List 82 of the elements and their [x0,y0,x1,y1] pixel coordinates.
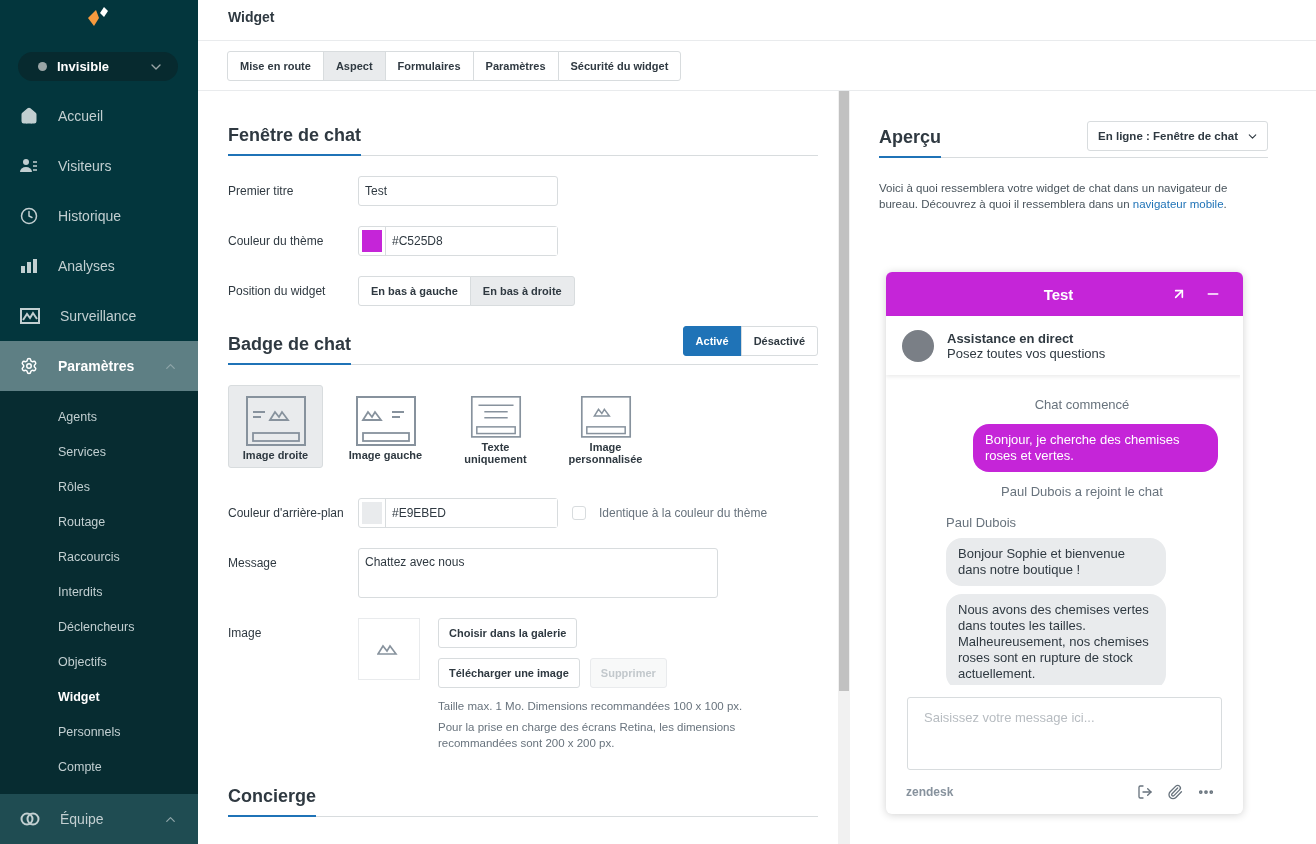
checkbox-label: Identique à la couleur du thème [599,506,768,520]
nav-item[interactable]: Accueil [0,91,198,141]
submenu-item[interactable]: Routage [0,504,198,539]
badge-layout-option[interactable]: Texte uniquement [448,385,543,468]
home-icon [20,107,38,125]
badge-layout-option[interactable]: Image personnalisée [558,385,653,468]
text-input[interactable]: Test [358,176,558,206]
sender-name: Paul Dubois [946,515,1018,530]
system-message: Chat commencé [1033,397,1131,412]
submenu-item[interactable]: Personnels [0,714,198,749]
exit-icon[interactable] [1137,784,1153,800]
field-label: Position du widget [228,284,327,298]
submenu-item[interactable]: Rôles [0,469,198,504]
tab[interactable]: Sécurité du widget [557,51,682,81]
rings-icon [20,812,40,826]
nav-item[interactable]: Historique [0,191,198,241]
field-label: Image [228,625,263,640]
toggle-button[interactable]: Activé [682,326,742,356]
preview-description: Voici à quoi ressemblera votre widget de chat dans un navigateur de bureau. Découvrez à quoi il ressemblera dans un navigateur mobile. [879,181,1229,212]
help-text: Taille max. 1 Mo. Dimensions recommandées 100 x 100 px. [438,699,744,714]
field-label: Couleur du thème [228,234,325,248]
checkbox[interactable] [572,506,586,520]
gallery-button[interactable]: Choisir dans la galerie [438,618,578,648]
section-title: Aperçu [879,127,941,158]
nav-item[interactable]: Surveillance [0,291,198,341]
settings-icon [20,357,38,375]
clock-icon [20,207,38,225]
color-swatch[interactable] [362,230,382,252]
brand-text: zendesk [906,785,955,799]
page-title: Widget [228,9,276,25]
badge-layout-option[interactable]: Image droite [228,385,323,468]
message-input[interactable]: Chattez avec nous [358,548,718,598]
field-label: Message [228,555,278,570]
section-title: Concierge [228,786,317,817]
avatar [902,329,934,362]
submenu-item[interactable]: Déclencheurs [0,609,198,644]
field-label: Premier titre [228,184,295,198]
agent-name: Assistance en direct [947,330,1075,346]
nav-item[interactable]: Paramètres [0,341,198,391]
tab[interactable]: Mise en route [227,51,324,81]
visitor-message: Bonjour, je cherche des chemises roses et vertes. [973,424,1218,472]
agent-subtitle: Posez toutes vos questions [947,345,1106,361]
line-chart-icon [20,307,40,325]
section-title: Fenêtre de chat [228,125,362,156]
tab[interactable]: Paramètres [472,51,559,81]
segment-button[interactable]: En bas à gauche [358,276,471,306]
chat-title: Test [1042,285,1075,303]
mobile-link[interactable]: navigateur mobile [1132,198,1224,210]
nav-item[interactable]: Analyses [0,241,198,291]
agent-message: Bonjour Sophie et bienvenue dans notre boutique ! [946,538,1166,586]
tab[interactable]: Aspect [322,51,386,81]
segment-button[interactable]: En bas à droite [469,276,575,306]
person-list-icon [20,157,38,175]
status-dropdown[interactable]: Invisible [18,52,178,81]
submenu-item[interactable]: Services [0,434,198,469]
agent-message: Nous avons des chemises vertes dans toutes les tailles. Malheureusement, nos chemises roses sont en rupture de stock actuellement. [946,594,1166,685]
help-text: Pour la prise en charge des écrans Retina, les dimensions recommandées sont 200 x 200 px. [438,720,737,751]
system-message: Paul Dubois a rejoint le chat [1000,484,1164,499]
bar-chart-icon [20,257,38,275]
toggle-button[interactable]: Désactivé [740,326,818,356]
color-input[interactable]: #E9EBED [358,498,558,528]
submenu-item[interactable]: Widget [0,679,198,714]
attachment-icon[interactable] [1167,784,1183,800]
badge-layout-option[interactable]: Image gauche [338,385,433,468]
tab[interactable]: Formulaires [384,51,474,81]
nav-item[interactable]: Visiteurs [0,141,198,191]
preview-select[interactable]: En ligne : Fenêtre de chat [1087,121,1268,151]
submenu-item[interactable]: Objectifs [0,644,198,679]
submenu-item[interactable]: Interdits [0,574,198,609]
status-dot [38,62,47,71]
color-input[interactable]: #C525D8 [358,226,558,256]
submenu-item[interactable]: Agents [0,399,198,434]
message-input[interactable]: Saisissez votre message ici... [907,697,1222,770]
submenu-item[interactable]: Compte [0,749,198,784]
badge-layout-icon [245,396,306,446]
badge-layout-icon [355,396,416,446]
field-label: Couleur d'arrière-plan [228,506,345,520]
scrollbar[interactable] [838,91,850,844]
submenu-item[interactable]: Raccourcis [0,539,198,574]
upload-button[interactable]: Télécharger une image [438,658,580,688]
nav-item[interactable]: Équipe [0,794,198,844]
section-title: Badge de chat [228,334,352,365]
